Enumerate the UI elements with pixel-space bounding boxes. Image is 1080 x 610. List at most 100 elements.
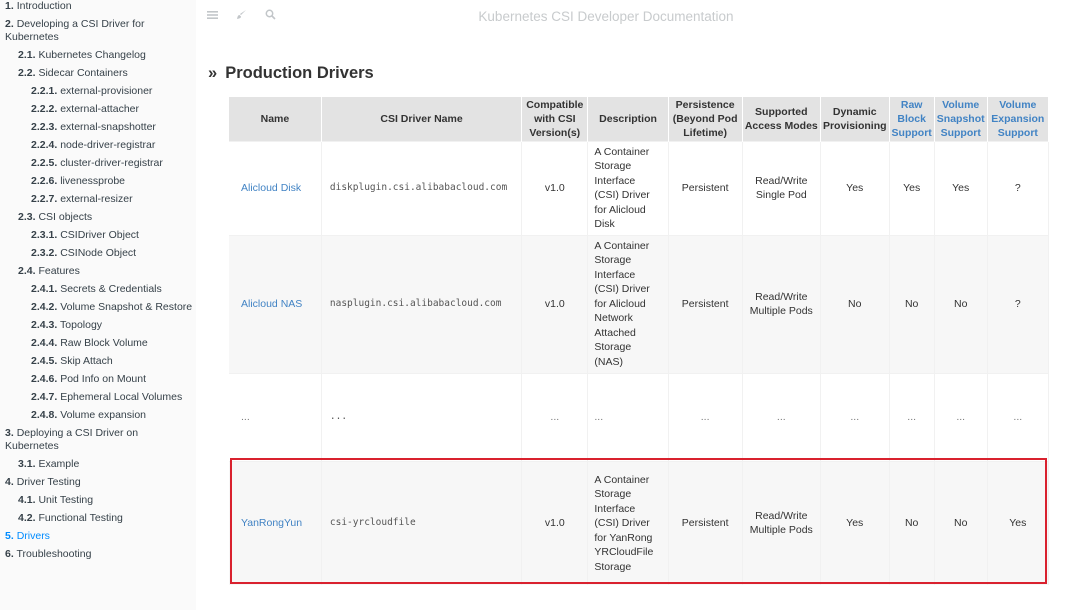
- table-cell-raw-block: No: [889, 460, 935, 585]
- table-cell-raw-block: No: [889, 234, 935, 373]
- sidebar-item[interactable]: 3.1. Example: [0, 458, 196, 471]
- sidebar-item[interactable]: 2.2.2. external-attacher: [0, 103, 196, 116]
- table-cell-description: A Container Storage Interface (CSI) Driv…: [587, 234, 669, 373]
- sidebar-item[interactable]: 2.4.3. Topology: [0, 319, 196, 332]
- sidebar-item-number: 2.4.5.: [31, 355, 58, 367]
- drivers-table-container: Name CSI Driver Name Compatible with CSI V…: [229, 97, 1050, 585]
- sidebar-item[interactable]: 2.4.8. Volume expansion: [0, 409, 196, 422]
- sidebar-item-number: 2.2.1.: [31, 85, 58, 97]
- driver-name-link[interactable]: Alicloud Disk: [241, 182, 301, 194]
- sidebar-item[interactable]: 2.1. Kubernetes Changelog: [0, 49, 196, 62]
- sidebar-item-number: 6.: [5, 548, 14, 560]
- column-header: Name: [229, 97, 322, 141]
- sidebar-item[interactable]: 2.4.4. Raw Block Volume: [0, 337, 196, 350]
- column-header: Persistence (Beyond Pod Lifetime): [668, 97, 743, 141]
- sidebar-item[interactable]: 6. Troubleshooting: [0, 548, 196, 561]
- sidebar-item[interactable]: 2. Developing a CSI Driver for Kubernete…: [0, 18, 196, 44]
- sidebar-item-number: 2.4.2.: [31, 301, 58, 313]
- table-cell-raw-block: Yes: [889, 140, 935, 235]
- sidebar-item[interactable]: 2.2.5. cluster-driver-registrar: [0, 157, 196, 170]
- sidebar-item-number: 2.3.1.: [31, 229, 58, 241]
- sidebar-item[interactable]: 2.4.2. Volume Snapshot & Restore: [0, 301, 196, 314]
- sidebar-item[interactable]: 2.2.4. node-driver-registrar: [0, 139, 196, 152]
- table-cell-expansion: ...: [987, 372, 1050, 461]
- sidebar-item[interactable]: 2.2.3. external-snapshotter: [0, 121, 196, 134]
- sidebar-item[interactable]: 4.2. Functional Testing: [0, 512, 196, 525]
- sidebar-item-label: Functional Testing: [38, 512, 123, 524]
- sidebar-item[interactable]: 4.1. Unit Testing: [0, 494, 196, 507]
- sidebar-item-number: 1.: [5, 0, 14, 12]
- sidebar-item-number: 2.2.3.: [31, 121, 58, 133]
- table-cell-driver: csi-yrcloudfile: [321, 460, 523, 585]
- sidebar-item-label: Troubleshooting: [16, 548, 92, 560]
- sidebar-item-label: Skip Attach: [60, 355, 113, 367]
- table-cell-description: A Container Storage Interface (CSI) Driv…: [587, 140, 669, 235]
- table-cell-expansion: ?: [987, 234, 1050, 373]
- table-cell-name: ...: [229, 372, 322, 461]
- sidebar-item[interactable]: 2.3. CSI objects: [0, 211, 196, 224]
- sidebar-item[interactable]: 2.4.5. Skip Attach: [0, 355, 196, 368]
- sidebar-item[interactable]: 2.3.2. CSINode Object: [0, 247, 196, 260]
- table-cell-persistence: Persistent: [668, 460, 743, 585]
- table-cell-name: YanRongYun: [229, 460, 322, 585]
- sidebar-item-number: 2.4.8.: [31, 409, 58, 421]
- sidebar-item[interactable]: 2.2. Sidecar Containers: [0, 67, 196, 80]
- sidebar-item[interactable]: 2.4.6. Pod Info on Mount: [0, 373, 196, 386]
- search-icon[interactable]: [262, 8, 278, 24]
- table-of-contents: 1. Introduction 2. Developing a CSI Drive…: [0, 0, 196, 561]
- driver-name-link[interactable]: YanRongYun: [241, 517, 302, 529]
- menu-icon[interactable]: [204, 8, 220, 24]
- table-cell-version: v1.0: [521, 140, 589, 235]
- sidebar-item[interactable]: 2.4.7. Ephemeral Local Volumes: [0, 391, 196, 404]
- column-header[interactable]: Volume Snapshot Support: [934, 97, 988, 141]
- table-cell-expansion: Yes: [987, 460, 1050, 585]
- sidebar-item[interactable]: 5. Drivers: [0, 530, 196, 543]
- column-header[interactable]: Raw Block Support: [889, 97, 935, 141]
- sidebar-item[interactable]: 2.4.1. Secrets & Credentials: [0, 283, 196, 296]
- table-row: Alicloud NAS nasplugin.csi.alibabacloud.c…: [229, 234, 1050, 373]
- sidebar-item-label: livenessprobe: [60, 175, 125, 187]
- column-header: Description: [587, 97, 669, 141]
- table-row: ..............................: [229, 372, 1050, 461]
- sidebar-item-label: external-resizer: [60, 193, 133, 205]
- table-cell-access-modes: Read/Write Multiple Pods: [742, 460, 821, 585]
- table-cell-raw-block: ...: [889, 372, 935, 461]
- sidebar-item[interactable]: 2.3.1. CSIDriver Object: [0, 229, 196, 242]
- sidebar-item-label: external-provisioner: [60, 85, 153, 97]
- sidebar-item[interactable]: 3. Deploying a CSI Driver on Kubernetes: [0, 427, 196, 453]
- table-cell-snapshot: No: [934, 234, 988, 373]
- sidebar-item[interactable]: 4. Driver Testing: [0, 476, 196, 489]
- sidebar-item-number: 2.4.7.: [31, 391, 58, 403]
- table-cell-access-modes: Read/Write Single Pod: [742, 140, 821, 235]
- sidebar-item-number: 5.: [5, 530, 14, 542]
- table-cell-dynamic: Yes: [820, 140, 890, 235]
- table-cell-version: v1.0: [521, 234, 589, 373]
- table-cell-snapshot: ...: [934, 372, 988, 461]
- table-cell-name: Alicloud Disk: [229, 140, 322, 235]
- column-header[interactable]: Volume Expansion Support: [987, 97, 1050, 141]
- column-header: Supported Access Modes: [742, 97, 821, 141]
- brush-icon[interactable]: [233, 8, 249, 24]
- sidebar-item-label: CSI objects: [38, 211, 93, 223]
- heading-anchor-icon[interactable]: »: [208, 64, 217, 82]
- table-cell-snapshot: Yes: [934, 140, 988, 235]
- sidebar-item-label: CSINode Object: [60, 247, 137, 259]
- column-header: Dynamic Provisioning: [820, 97, 890, 141]
- sidebar-item[interactable]: 2.2.1. external-provisioner: [0, 85, 196, 98]
- sidebar-item[interactable]: 2.2.7. external-resizer: [0, 193, 196, 206]
- sidebar-item-number: 2.2.5.: [31, 157, 58, 169]
- table-cell-dynamic: No: [820, 234, 890, 373]
- table-cell-snapshot: No: [934, 460, 988, 585]
- sidebar-item-number: 2.2.: [18, 67, 36, 79]
- sidebar-item-label: Introduction: [16, 0, 72, 12]
- table-body: Alicloud Disk diskplugin.csi.alibabacloud…: [229, 140, 1050, 585]
- table-cell-access-modes: Read/Write Multiple Pods: [742, 234, 821, 373]
- driver-name-link[interactable]: Alicloud NAS: [241, 298, 302, 310]
- sidebar-item[interactable]: 1. Introduction: [0, 0, 196, 13]
- sidebar-item-number: 3.: [5, 427, 14, 439]
- sidebar-item[interactable]: 2.2.6. livenessprobe: [0, 175, 196, 188]
- table-cell-driver: diskplugin.csi.alibabacloud.com: [321, 140, 523, 235]
- sidebar-item[interactable]: 2.4. Features: [0, 265, 196, 278]
- table-cell-driver: ...: [321, 372, 523, 461]
- table-cell-driver: nasplugin.csi.alibabacloud.com: [321, 234, 523, 373]
